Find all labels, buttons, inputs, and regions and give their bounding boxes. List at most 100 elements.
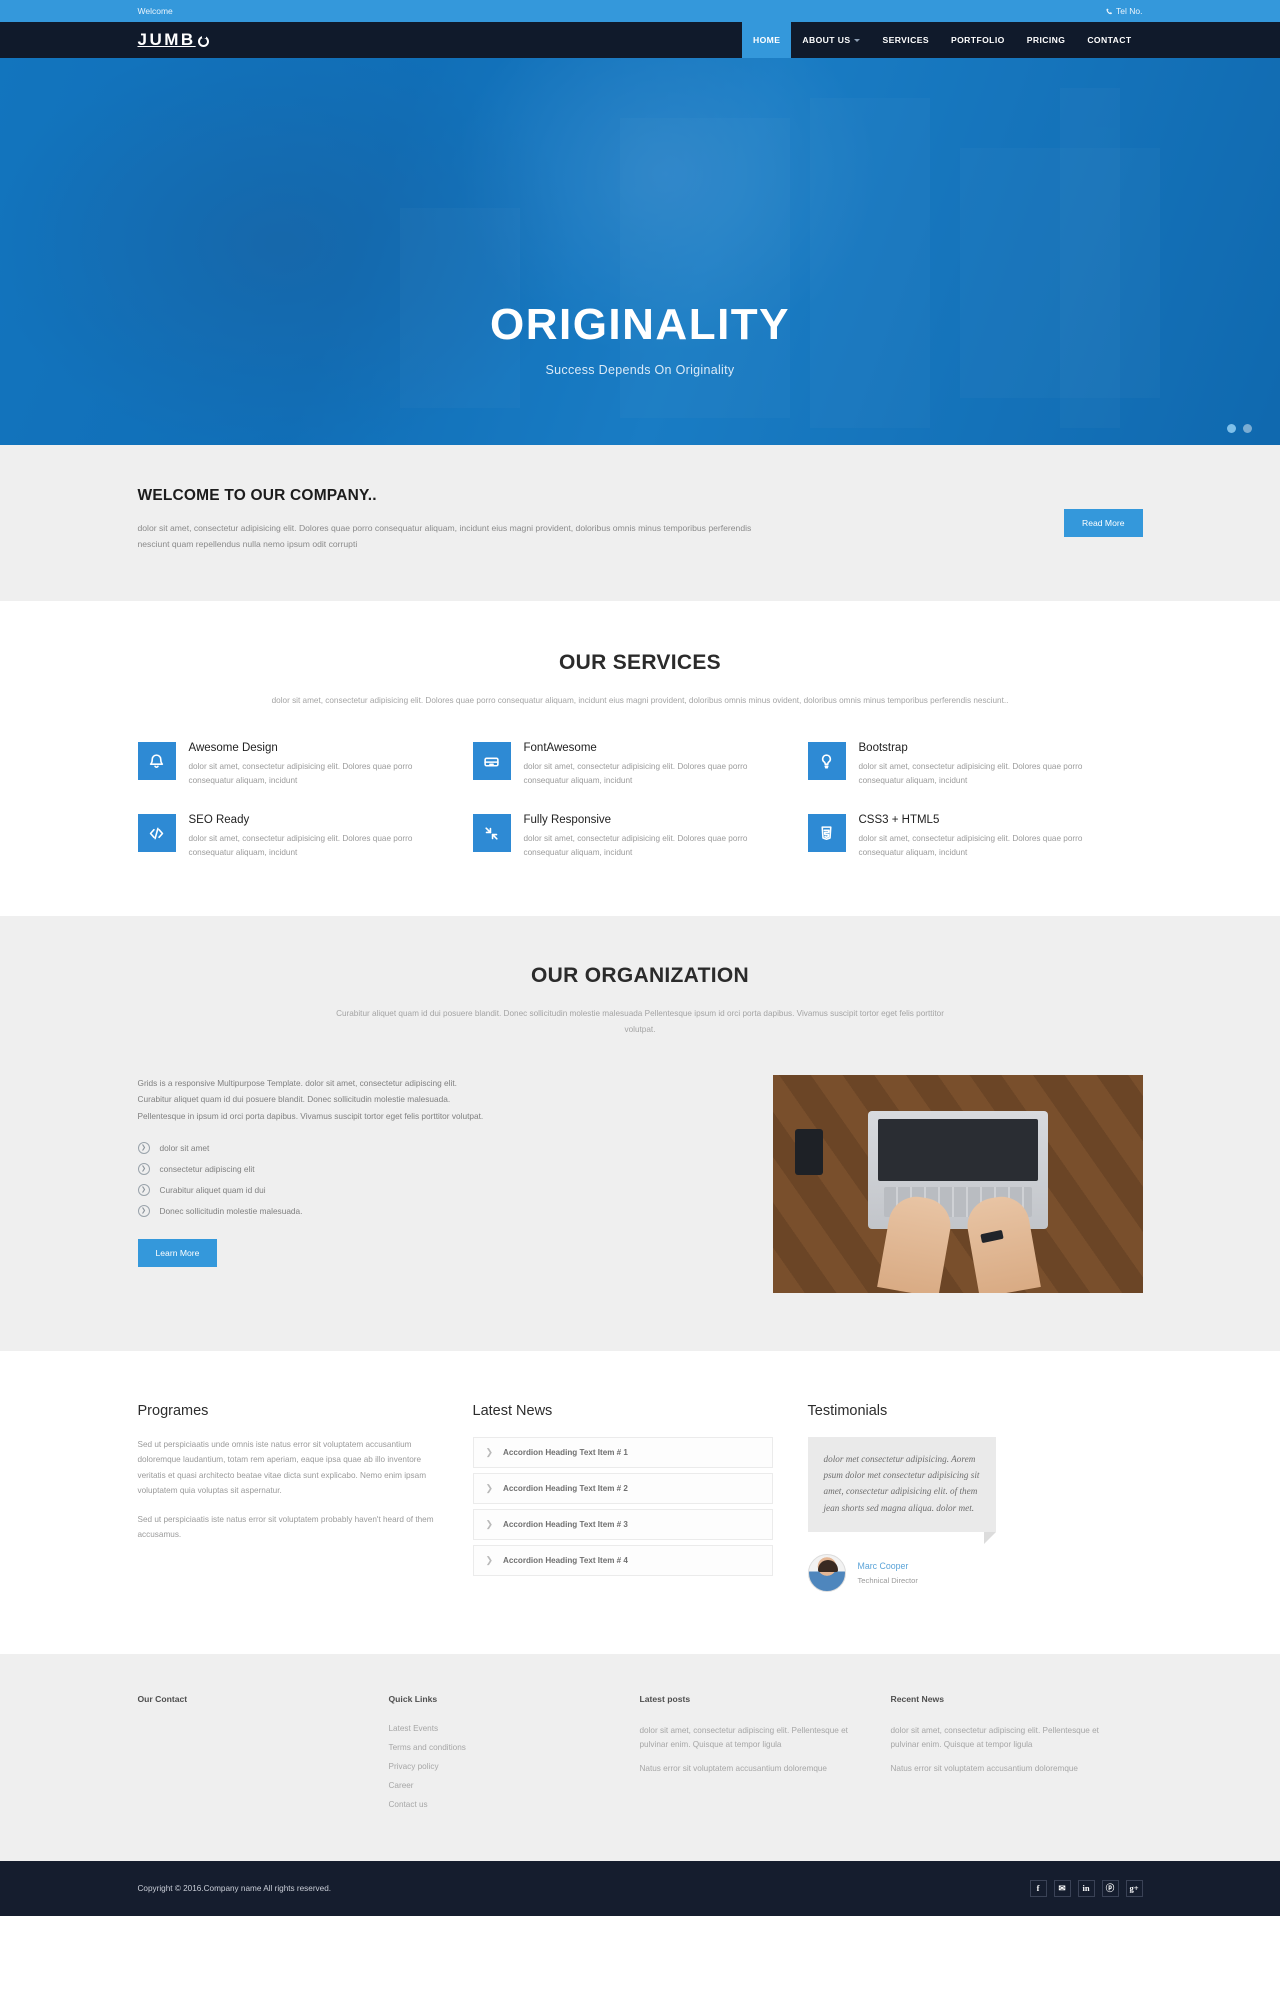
service-title: Fully Responsive: [523, 814, 612, 827]
service-description: dolor sit amet, consectetur adipisicing …: [858, 834, 1083, 858]
organization-photo: [772, 1075, 1143, 1294]
accordion-item[interactable]: ❯ Accordion Heading Text Item # 4: [472, 1545, 773, 1577]
service-description: dolor sit amet, consectetur adipisicing …: [188, 762, 413, 786]
welcome-section: WELCOME TO OUR COMPANY.. dolor sit amet,…: [0, 445, 1280, 601]
carousel-dot-1[interactable]: [1227, 424, 1236, 433]
footer-paragraph: Natus error sit voluptatem accusantium d…: [890, 1764, 1079, 1774]
footer-link[interactable]: Latest Events: [389, 1724, 600, 1733]
read-more-button[interactable]: Read More: [1063, 509, 1143, 537]
service-title: Bootstrap: [858, 742, 908, 755]
organization-subheading: Curabitur aliquet quam id dui posuere bl…: [336, 1009, 944, 1034]
nav-item-label: SERVICES: [882, 35, 929, 45]
welcome-paragraph: dolor sit amet, consectetur adipisicing …: [137, 523, 752, 549]
copyright-bar: Copyright © 2016.Company name All rights…: [0, 1860, 1280, 1916]
accordion-item[interactable]: ❯ Accordion Heading Text Item # 1: [472, 1437, 773, 1469]
code-icon: [149, 827, 164, 840]
service-title: SEO Ready: [188, 814, 250, 827]
footer-column-our-contact: Our Contact: [138, 1694, 389, 1819]
footer-paragraph: dolor sit amet, consectetur adipiscing e…: [639, 1725, 848, 1749]
service-card[interactable]: FontAwesome dolor sit amet, consectetur a…: [472, 742, 808, 788]
list-item: ❯ Donec sollicitudin molestie malesuada.: [137, 1204, 484, 1217]
nav-item-label: PRICING: [1026, 35, 1066, 45]
latest-news-heading: Latest News: [472, 1403, 553, 1420]
accordion-item[interactable]: ❯ Accordion Heading Text Item # 3: [472, 1509, 773, 1541]
programes-column: Programes Sed ut perspiciaatis unde omni…: [138, 1403, 473, 1591]
logo-ring-icon: [197, 34, 209, 47]
nav-item-label: CONTACT: [1087, 35, 1132, 45]
nav-item-portfolio[interactable]: PORTFOLIO: [940, 22, 1016, 58]
accordion-item-label: Accordion Heading Text Item # 4: [503, 1556, 628, 1566]
chevron-right-icon: ❯: [137, 1162, 150, 1175]
logo[interactable]: JUMB: [138, 30, 209, 50]
nav-item-label: PORTFOLIO: [950, 35, 1005, 45]
learn-more-button[interactable]: Learn More: [137, 1238, 218, 1267]
list-item: ❯ consectetur adipiscing elit: [137, 1162, 484, 1175]
services-heading: OUR SERVICES: [559, 650, 721, 674]
services-grid: Awesome Design dolor sit amet, consectetu…: [137, 742, 1143, 860]
drawer-icon: [484, 757, 499, 767]
telephone-label: Tel No.: [1116, 6, 1143, 16]
avatar: [807, 1553, 846, 1592]
chevron-right-icon: ❯: [485, 1555, 494, 1566]
linkedin-icon[interactable]: in: [1077, 1879, 1095, 1897]
testimonial-quote: dolor met consectetur adipisicing. Aorem…: [807, 1437, 996, 1545]
footer-column-title: Latest posts: [639, 1693, 691, 1704]
list-item: ❯ Curabitur aliquet quam id dui: [137, 1183, 484, 1196]
nav-item-label: HOME: [752, 35, 781, 45]
copyright-text: Copyright © 2016.Company name All rights…: [137, 1883, 332, 1893]
accordion-item-label: Accordion Heading Text Item # 1: [503, 1448, 628, 1458]
google-plus-icon[interactable]: g+: [1125, 1879, 1143, 1897]
organization-heading: OUR ORGANIZATION: [531, 964, 749, 988]
avatar-hair: [817, 1559, 838, 1572]
twitter-icon[interactable]: ✉: [1053, 1879, 1071, 1897]
accordion: ❯ Accordion Heading Text Item # 1 ❯ Accordi…: [472, 1437, 773, 1577]
services-section: OUR SERVICES dolor sit amet, consectetur…: [0, 600, 1280, 917]
carousel-indicators: [1227, 424, 1252, 433]
footer-column-quick-links: Quick Links Latest Events Terms and condit…: [389, 1694, 640, 1819]
accordion-item[interactable]: ❯ Accordion Heading Text Item # 2: [472, 1473, 773, 1505]
pinterest-icon[interactable]: ⓟ: [1101, 1879, 1119, 1897]
footer-link[interactable]: Terms and conditions: [389, 1743, 600, 1752]
footer-link[interactable]: Career: [389, 1781, 600, 1790]
nav-item-pricing[interactable]: PRICING: [1016, 22, 1077, 58]
social-links: f ✉ in ⓟ g+: [1029, 1879, 1143, 1897]
chevron-down-icon: [854, 38, 861, 42]
service-icon-box: [137, 742, 176, 781]
service-icon-box: [807, 814, 846, 853]
service-card[interactable]: Bootstrap dolor sit amet, consectetur adi…: [807, 742, 1143, 788]
testimonials-heading: Testimonials: [807, 1403, 888, 1420]
chevron-right-icon: ❯: [485, 1483, 494, 1494]
list-item-label: Donec sollicitudin molestie malesuada.: [159, 1205, 303, 1216]
footer-column-latest-posts: Latest posts dolor sit amet, consectetur …: [640, 1694, 891, 1819]
chevron-right-icon: ❯: [137, 1141, 150, 1154]
html5-icon: [821, 826, 832, 840]
footer-link[interactable]: Privacy policy: [389, 1762, 600, 1771]
hero-banner: ORIGINALITY Success Depends On Originali…: [0, 58, 1280, 445]
programes-paragraph-2: Sed ut perspiciaatis iste natus error si…: [137, 1514, 434, 1540]
testimonial-author: Marc Cooper Technical Director: [807, 1553, 1143, 1592]
service-description: dolor sit amet, consectetur adipisicing …: [858, 762, 1083, 786]
author-role: Technical Director: [857, 1575, 918, 1585]
author-name[interactable]: Marc Cooper: [858, 1561, 918, 1571]
service-card[interactable]: Awesome Design dolor sit amet, consectetu…: [137, 742, 473, 788]
list-item-label: consectetur adipiscing elit: [159, 1163, 255, 1174]
hero-title: ORIGINALITY: [489, 300, 791, 349]
footer-link[interactable]: Contact us: [389, 1800, 600, 1809]
nav-item-home[interactable]: HOME: [741, 22, 792, 58]
facebook-icon[interactable]: f: [1029, 1879, 1047, 1897]
organization-section: OUR ORGANIZATION Curabitur aliquet quam …: [0, 916, 1280, 1352]
carousel-dot-2[interactable]: [1243, 424, 1252, 433]
footer-paragraph: Natus error sit voluptatem accusantium d…: [639, 1764, 828, 1774]
programes-heading: Programes: [137, 1403, 209, 1420]
service-card[interactable]: CSS3 + HTML5 dolor sit amet, consectetur …: [807, 814, 1143, 860]
nav-item-services[interactable]: SERVICES: [871, 22, 940, 58]
logo-text: JUMB: [137, 30, 196, 49]
service-card[interactable]: Fully Responsive dolor sit amet, consecte…: [472, 814, 808, 860]
service-icon-box: [807, 742, 846, 781]
nav-item-contact[interactable]: CONTACT: [1076, 22, 1142, 58]
service-title: CSS3 + HTML5: [858, 814, 940, 827]
nav-item-about-us[interactable]: ABOUT US: [791, 22, 871, 58]
service-card[interactable]: SEO Ready dolor sit amet, consectetur adi…: [137, 814, 473, 860]
list-item-label: dolor sit amet: [159, 1142, 210, 1153]
telephone-link[interactable]: Tel No.: [1106, 6, 1143, 16]
